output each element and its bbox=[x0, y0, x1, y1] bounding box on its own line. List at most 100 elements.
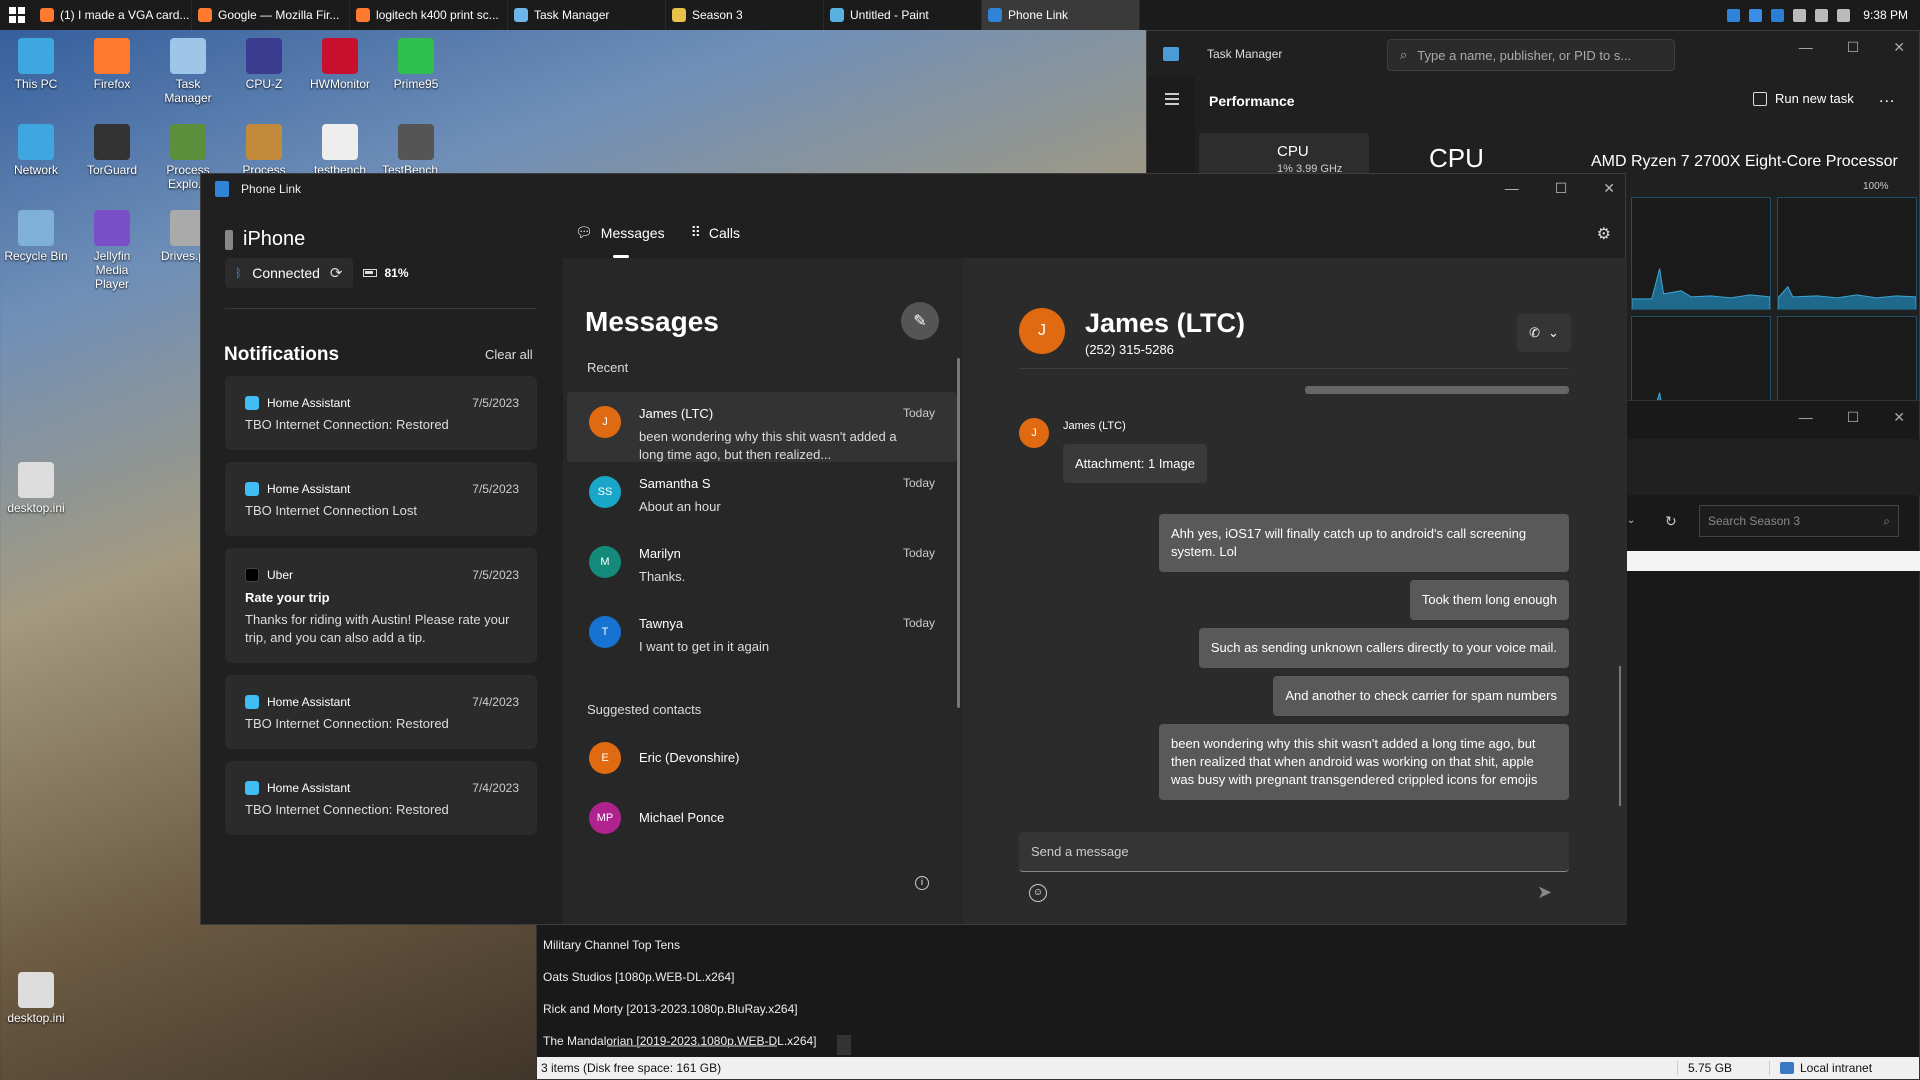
minimize-icon[interactable]: — bbox=[1505, 180, 1519, 197]
desktop-icon[interactable]: Jellyfin Media Player bbox=[78, 210, 146, 291]
connection-status[interactable]: ᛒ Connected ⟳ bbox=[225, 258, 353, 288]
hamburger-menu-icon[interactable] bbox=[1165, 93, 1179, 105]
desktop-icon[interactable]: HWMonitor bbox=[306, 38, 374, 91]
notification-date: 7/5/2023 bbox=[472, 482, 519, 496]
close-icon[interactable]: ✕ bbox=[1893, 409, 1905, 426]
security-icon[interactable] bbox=[1771, 8, 1785, 22]
desktop-icon[interactable]: Firefox bbox=[78, 38, 146, 91]
desktop-icon[interactable]: CPU-Z bbox=[230, 38, 298, 91]
suggested-contact[interactable]: E Eric (Devonshire) bbox=[567, 728, 957, 788]
outgoing-message[interactable]: And another to check carrier for spam nu… bbox=[1273, 676, 1569, 716]
divider bbox=[225, 308, 537, 309]
taskbar-button[interactable]: Untitled - Paint bbox=[824, 0, 982, 30]
notification-card[interactable]: Home Assistant 7/5/2023 TBO Internet Conne… bbox=[225, 376, 537, 450]
chat-scrollbar[interactable] bbox=[1619, 666, 1621, 806]
folder-search-input[interactable]: Search Season 3 ⌕ bbox=[1699, 505, 1899, 537]
desktop-icon[interactable]: This PC bbox=[2, 38, 70, 91]
notification-card[interactable]: Home Assistant 7/4/2023 TBO Internet Conne… bbox=[225, 675, 537, 749]
outgoing-message[interactable]: Ahh yes, iOS17 will finally catch up to … bbox=[1159, 514, 1569, 572]
conversation-item[interactable]: J James (LTC) Today been wondering why this… bbox=[567, 392, 957, 462]
outgoing-message[interactable]: Took them long enough bbox=[1409, 580, 1569, 620]
notification-body: TBO Internet Connection: Restored bbox=[245, 716, 449, 731]
desktop-icon[interactable]: testbench bbox=[306, 124, 374, 177]
close-icon[interactable]: ✕ bbox=[1893, 39, 1905, 56]
taskbar-button[interactable]: Season 3 bbox=[666, 0, 824, 30]
desktop-icon[interactable]: TestBench.... bbox=[382, 124, 451, 177]
notification-card[interactable]: Home Assistant 7/5/2023 TBO Internet Conne… bbox=[225, 462, 537, 536]
tablet-icon[interactable] bbox=[1793, 8, 1807, 22]
chevron-down-icon[interactable]: ⌄ bbox=[1627, 515, 1635, 526]
tab-calls[interactable]: ⠿ Calls bbox=[691, 224, 740, 241]
device-name[interactable]: iPhone bbox=[225, 228, 305, 251]
taskbar-button[interactable]: (1) I made a VGA card... bbox=[34, 0, 192, 30]
sync-icon[interactable]: ⟳ bbox=[330, 264, 343, 282]
bluetooth-icon: ᛒ bbox=[235, 266, 243, 280]
suggested-contact[interactable]: MP Michael Ponce bbox=[567, 788, 957, 848]
app-icon bbox=[18, 210, 54, 246]
taskbar-button[interactable]: Phone Link bbox=[982, 0, 1140, 30]
minimize-icon[interactable]: — bbox=[1799, 409, 1813, 426]
app-icon bbox=[398, 124, 434, 160]
desktop-icon[interactable]: Process bbox=[230, 124, 298, 177]
run-new-task-button[interactable]: Run new task bbox=[1753, 91, 1854, 106]
conversation-list: J James (LTC) Today been wondering why this… bbox=[567, 392, 957, 672]
conversation-item[interactable]: T Tawnya Today I want to get in it again bbox=[567, 602, 957, 672]
more-options-icon[interactable]: ... bbox=[1879, 89, 1895, 107]
bluetooth-icon[interactable] bbox=[1749, 8, 1763, 22]
phone-link-tray-icon[interactable] bbox=[1727, 8, 1741, 22]
close-icon[interactable]: ✕ bbox=[1603, 180, 1615, 197]
desktop-icon-label: Prime95 bbox=[393, 77, 439, 91]
desktop-icon[interactable]: Recycle Bin bbox=[2, 210, 70, 263]
message-input[interactable]: Send a message bbox=[1019, 832, 1569, 872]
send-icon[interactable]: ➤ bbox=[1537, 882, 1552, 903]
clock[interactable]: 9:38 PM bbox=[1863, 8, 1908, 22]
compose-icon: ✎ bbox=[913, 313, 927, 330]
outgoing-message[interactable]: been wondering why this shit wasn't adde… bbox=[1159, 724, 1569, 800]
clear-all-button[interactable]: Clear all bbox=[485, 347, 533, 362]
settings-gear-icon[interactable]: ⚙ bbox=[1597, 224, 1611, 244]
folder-item[interactable]: Oats Studios [1080p.WEB-DL.x264] bbox=[537, 961, 853, 993]
uber-icon bbox=[245, 568, 259, 582]
desktop-icon[interactable]: TorGuard bbox=[78, 124, 146, 177]
conversation-scrollbar[interactable] bbox=[957, 358, 960, 708]
maximize-icon[interactable]: ☐ bbox=[1847, 39, 1860, 56]
start-button[interactable] bbox=[0, 0, 34, 30]
minimize-icon[interactable]: — bbox=[1799, 39, 1813, 56]
folder-item[interactable]: Military Channel Top Tens bbox=[537, 929, 853, 961]
folder-item[interactable]: Rick and Morty [2013-2023.1080p.BluRay.x… bbox=[537, 993, 853, 1025]
maximize-icon[interactable]: ☐ bbox=[1847, 409, 1860, 426]
vertical-scrollbar[interactable] bbox=[837, 1035, 851, 1055]
tab-messages[interactable]: 💬︎ Messages bbox=[575, 224, 665, 258]
horizontal-scrollbar[interactable] bbox=[607, 1045, 777, 1047]
outgoing-message[interactable]: Such as sending unknown callers directly… bbox=[1198, 628, 1569, 668]
desktop-icon[interactable]: Prime95 bbox=[382, 38, 450, 91]
phone-link-icon bbox=[215, 181, 229, 197]
maximize-icon[interactable]: ☐ bbox=[1555, 180, 1568, 197]
notification-card[interactable]: Uber 7/5/2023 Rate your trip Thanks for rid… bbox=[225, 548, 537, 663]
incoming-message[interactable]: Attachment: 1 Image bbox=[1063, 444, 1207, 483]
info-icon[interactable]: i bbox=[915, 876, 929, 890]
contact-number: (252) 315-5286 bbox=[1085, 342, 1174, 357]
cpu-core-graph bbox=[1777, 197, 1917, 310]
call-button[interactable]: ✆ ⌄ bbox=[1517, 314, 1571, 352]
refresh-icon[interactable]: ↻ bbox=[1665, 513, 1677, 530]
volume-icon[interactable] bbox=[1837, 8, 1851, 22]
avatar: SS bbox=[589, 476, 621, 508]
conversation-item[interactable]: SS Samantha S Today About an hour bbox=[567, 462, 957, 532]
notification-card[interactable]: Home Assistant 7/4/2023 TBO Internet Conne… bbox=[225, 761, 537, 835]
new-message-button[interactable]: ✎ bbox=[901, 302, 939, 340]
windows-logo-icon bbox=[9, 7, 25, 23]
folder-item[interactable]: The Mandalorian [2019-2023.1080p.WEB-DL.… bbox=[537, 1025, 853, 1057]
taskbar-button[interactable]: Task Manager bbox=[508, 0, 666, 30]
desktop-icon[interactable]: Task Manager bbox=[154, 38, 222, 105]
conversation-item[interactable]: M Marilyn Today Thanks. bbox=[567, 532, 957, 602]
desktop-icon[interactable]: desktop.ini bbox=[2, 462, 70, 515]
app-icon bbox=[672, 8, 686, 22]
emoji-icon[interactable]: ☺ bbox=[1029, 884, 1047, 902]
desktop-icon[interactable]: Network bbox=[2, 124, 70, 177]
taskbar-button[interactable]: logitech k400 print sc... bbox=[350, 0, 508, 30]
taskbar-button[interactable]: Google — Mozilla Fir... bbox=[192, 0, 350, 30]
desktop-icon[interactable]: desktop.ini bbox=[2, 972, 70, 1025]
process-search-input[interactable]: ⌕ Type a name, publisher, or PID to s... bbox=[1387, 39, 1675, 71]
network-icon[interactable] bbox=[1815, 8, 1829, 22]
